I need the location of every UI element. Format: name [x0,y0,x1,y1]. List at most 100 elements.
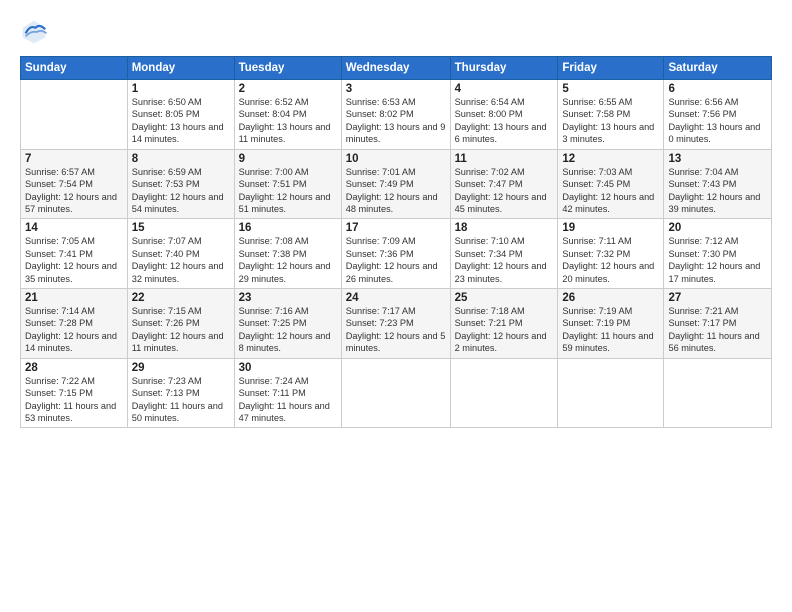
calendar-cell: 4Sunrise: 6:54 AM Sunset: 8:00 PM Daylig… [450,80,558,150]
calendar-cell: 25Sunrise: 7:18 AM Sunset: 7:21 PM Dayli… [450,289,558,359]
day-number: 10 [346,153,446,165]
weekday-header-monday: Monday [127,57,234,80]
day-info: Sunrise: 6:54 AM Sunset: 8:00 PM Dayligh… [455,96,554,146]
day-number: 19 [562,222,659,234]
day-info: Sunrise: 7:09 AM Sunset: 7:36 PM Dayligh… [346,235,446,285]
day-info: Sunrise: 6:56 AM Sunset: 7:56 PM Dayligh… [668,96,767,146]
calendar-cell: 18Sunrise: 7:10 AM Sunset: 7:34 PM Dayli… [450,219,558,289]
week-row-2: 7Sunrise: 6:57 AM Sunset: 7:54 PM Daylig… [21,149,772,219]
calendar-cell [664,358,772,428]
day-number: 23 [239,292,337,304]
day-number: 16 [239,222,337,234]
day-number: 9 [239,153,337,165]
calendar-cell: 13Sunrise: 7:04 AM Sunset: 7:43 PM Dayli… [664,149,772,219]
day-number: 21 [25,292,123,304]
weekday-header-saturday: Saturday [664,57,772,80]
calendar: SundayMondayTuesdayWednesdayThursdayFrid… [20,56,772,428]
day-number: 27 [668,292,767,304]
calendar-cell: 14Sunrise: 7:05 AM Sunset: 7:41 PM Dayli… [21,219,128,289]
calendar-cell: 26Sunrise: 7:19 AM Sunset: 7:19 PM Dayli… [558,289,664,359]
day-number: 24 [346,292,446,304]
calendar-cell: 8Sunrise: 6:59 AM Sunset: 7:53 PM Daylig… [127,149,234,219]
weekday-header-thursday: Thursday [450,57,558,80]
day-number: 6 [668,83,767,95]
calendar-cell: 16Sunrise: 7:08 AM Sunset: 7:38 PM Dayli… [234,219,341,289]
day-number: 3 [346,83,446,95]
calendar-cell: 2Sunrise: 6:52 AM Sunset: 8:04 PM Daylig… [234,80,341,150]
day-number: 30 [239,362,337,374]
day-number: 20 [668,222,767,234]
week-row-4: 21Sunrise: 7:14 AM Sunset: 7:28 PM Dayli… [21,289,772,359]
day-info: Sunrise: 6:50 AM Sunset: 8:05 PM Dayligh… [132,96,230,146]
week-row-3: 14Sunrise: 7:05 AM Sunset: 7:41 PM Dayli… [21,219,772,289]
day-info: Sunrise: 7:15 AM Sunset: 7:26 PM Dayligh… [132,305,230,355]
day-number: 26 [562,292,659,304]
day-number: 13 [668,153,767,165]
calendar-cell: 24Sunrise: 7:17 AM Sunset: 7:23 PM Dayli… [341,289,450,359]
day-info: Sunrise: 7:08 AM Sunset: 7:38 PM Dayligh… [239,235,337,285]
calendar-cell: 3Sunrise: 6:53 AM Sunset: 8:02 PM Daylig… [341,80,450,150]
calendar-cell: 9Sunrise: 7:00 AM Sunset: 7:51 PM Daylig… [234,149,341,219]
day-info: Sunrise: 7:21 AM Sunset: 7:17 PM Dayligh… [668,305,767,355]
calendar-cell [341,358,450,428]
day-info: Sunrise: 7:19 AM Sunset: 7:19 PM Dayligh… [562,305,659,355]
day-info: Sunrise: 7:01 AM Sunset: 7:49 PM Dayligh… [346,166,446,216]
calendar-cell: 20Sunrise: 7:12 AM Sunset: 7:30 PM Dayli… [664,219,772,289]
day-info: Sunrise: 7:02 AM Sunset: 7:47 PM Dayligh… [455,166,554,216]
day-number: 14 [25,222,123,234]
weekday-header-row: SundayMondayTuesdayWednesdayThursdayFrid… [21,57,772,80]
logo [20,18,52,46]
day-number: 22 [132,292,230,304]
day-info: Sunrise: 7:14 AM Sunset: 7:28 PM Dayligh… [25,305,123,355]
week-row-1: 1Sunrise: 6:50 AM Sunset: 8:05 PM Daylig… [21,80,772,150]
calendar-cell: 22Sunrise: 7:15 AM Sunset: 7:26 PM Dayli… [127,289,234,359]
calendar-cell: 27Sunrise: 7:21 AM Sunset: 7:17 PM Dayli… [664,289,772,359]
day-info: Sunrise: 7:04 AM Sunset: 7:43 PM Dayligh… [668,166,767,216]
day-info: Sunrise: 7:24 AM Sunset: 7:11 PM Dayligh… [239,375,337,425]
day-number: 7 [25,153,123,165]
header [20,18,772,46]
day-number: 17 [346,222,446,234]
calendar-cell: 7Sunrise: 6:57 AM Sunset: 7:54 PM Daylig… [21,149,128,219]
day-number: 2 [239,83,337,95]
day-number: 11 [455,153,554,165]
calendar-cell: 11Sunrise: 7:02 AM Sunset: 7:47 PM Dayli… [450,149,558,219]
day-number: 28 [25,362,123,374]
calendar-cell: 28Sunrise: 7:22 AM Sunset: 7:15 PM Dayli… [21,358,128,428]
day-info: Sunrise: 7:10 AM Sunset: 7:34 PM Dayligh… [455,235,554,285]
calendar-cell: 23Sunrise: 7:16 AM Sunset: 7:25 PM Dayli… [234,289,341,359]
day-info: Sunrise: 6:52 AM Sunset: 8:04 PM Dayligh… [239,96,337,146]
page: SundayMondayTuesdayWednesdayThursdayFrid… [0,0,792,612]
weekday-header-sunday: Sunday [21,57,128,80]
day-number: 12 [562,153,659,165]
weekday-header-wednesday: Wednesday [341,57,450,80]
day-info: Sunrise: 7:23 AM Sunset: 7:13 PM Dayligh… [132,375,230,425]
day-info: Sunrise: 6:55 AM Sunset: 7:58 PM Dayligh… [562,96,659,146]
day-number: 8 [132,153,230,165]
day-info: Sunrise: 6:53 AM Sunset: 8:02 PM Dayligh… [346,96,446,146]
calendar-cell: 10Sunrise: 7:01 AM Sunset: 7:49 PM Dayli… [341,149,450,219]
calendar-cell [558,358,664,428]
day-info: Sunrise: 6:59 AM Sunset: 7:53 PM Dayligh… [132,166,230,216]
calendar-cell [21,80,128,150]
calendar-cell [450,358,558,428]
calendar-cell: 12Sunrise: 7:03 AM Sunset: 7:45 PM Dayli… [558,149,664,219]
calendar-cell: 21Sunrise: 7:14 AM Sunset: 7:28 PM Dayli… [21,289,128,359]
day-number: 15 [132,222,230,234]
day-info: Sunrise: 7:18 AM Sunset: 7:21 PM Dayligh… [455,305,554,355]
day-info: Sunrise: 7:00 AM Sunset: 7:51 PM Dayligh… [239,166,337,216]
day-info: Sunrise: 7:05 AM Sunset: 7:41 PM Dayligh… [25,235,123,285]
day-info: Sunrise: 7:16 AM Sunset: 7:25 PM Dayligh… [239,305,337,355]
calendar-cell: 29Sunrise: 7:23 AM Sunset: 7:13 PM Dayli… [127,358,234,428]
day-info: Sunrise: 7:07 AM Sunset: 7:40 PM Dayligh… [132,235,230,285]
calendar-cell: 1Sunrise: 6:50 AM Sunset: 8:05 PM Daylig… [127,80,234,150]
day-info: Sunrise: 7:12 AM Sunset: 7:30 PM Dayligh… [668,235,767,285]
day-number: 4 [455,83,554,95]
day-number: 25 [455,292,554,304]
calendar-cell: 19Sunrise: 7:11 AM Sunset: 7:32 PM Dayli… [558,219,664,289]
day-info: Sunrise: 7:11 AM Sunset: 7:32 PM Dayligh… [562,235,659,285]
calendar-cell: 30Sunrise: 7:24 AM Sunset: 7:11 PM Dayli… [234,358,341,428]
day-number: 1 [132,83,230,95]
calendar-cell: 6Sunrise: 6:56 AM Sunset: 7:56 PM Daylig… [664,80,772,150]
day-info: Sunrise: 7:03 AM Sunset: 7:45 PM Dayligh… [562,166,659,216]
